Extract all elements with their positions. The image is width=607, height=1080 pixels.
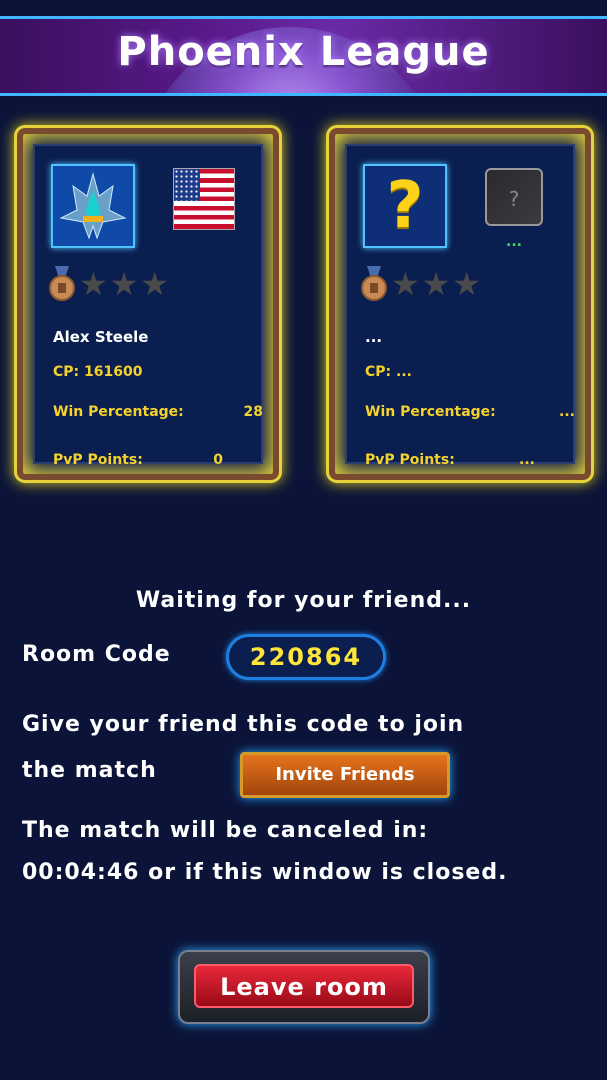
win-percentage-value: ...: [559, 404, 575, 420]
flag-caption: ...: [506, 234, 522, 250]
win-percentage: Win Percentage: 28: [53, 404, 263, 420]
pvp-points: PvP Points: ...: [365, 452, 535, 468]
combat-power: CP: 161600: [53, 364, 142, 380]
player-name: ...: [365, 328, 383, 346]
bronze-medal-icon: [47, 266, 77, 302]
star-icon: ★: [109, 265, 139, 303]
pvp-points: PvP Points: 0: [53, 452, 223, 468]
pvp-points-value: 0: [213, 452, 223, 468]
cp-value: 161600: [84, 364, 143, 380]
cp-value: ...: [396, 364, 412, 380]
question-mark-icon: ?: [386, 169, 424, 243]
room-code-label: Room Code: [22, 642, 171, 667]
player-card-opponent: ? ? ... ★ ★ ★ ... CP: ... Win Percentage…: [329, 128, 591, 480]
win-percentage: Win Percentage: ...: [365, 404, 575, 420]
bronze-medal-icon: [359, 266, 389, 302]
ship-avatar-icon: [51, 164, 135, 248]
star-icon: ★: [391, 265, 420, 303]
player-name: Alex Steele: [53, 328, 149, 346]
star-icon: ★: [140, 265, 170, 303]
instructions-line-1: Give your friend this code to join: [22, 712, 465, 737]
player-card-inner: ★ ★ ★ Alex Steele CP: 161600 Win Percent…: [33, 144, 263, 468]
unknown-avatar-icon: ?: [363, 164, 447, 248]
rank-row: ★ ★ ★: [359, 264, 481, 304]
cancel-notice-line-1: The match will be canceled in:: [22, 818, 429, 843]
player-card-inner: ? ? ... ★ ★ ★ ... CP: ... Win Percentage…: [345, 144, 575, 468]
pvp-points-label: PvP Points:: [53, 452, 143, 468]
cp-label: CP:: [53, 364, 80, 380]
win-percentage-value: 28: [243, 404, 263, 420]
room-code-value: 220864: [226, 634, 386, 680]
flag-canton: [174, 169, 200, 201]
leave-room-button[interactable]: Leave room: [178, 950, 430, 1024]
header-banner: Phoenix League: [0, 16, 607, 96]
pvp-points-label: PvP Points:: [365, 452, 455, 468]
instructions-line-2: the match: [22, 758, 157, 783]
cp-label: CP:: [365, 364, 392, 380]
invite-friends-button[interactable]: Invite Friends: [240, 752, 450, 798]
waiting-message: Waiting for your friend...: [135, 588, 472, 613]
win-percentage-label: Win Percentage:: [53, 404, 184, 420]
rank-row: ★ ★ ★: [47, 264, 169, 304]
usa-flag-icon: [173, 168, 235, 230]
unknown-flag-icon: ?: [485, 168, 543, 226]
star-icon: ★: [452, 265, 482, 303]
page-title: Phoenix League: [117, 29, 490, 75]
combat-power: CP: ...: [365, 364, 412, 380]
player-card-self: ★ ★ ★ Alex Steele CP: 161600 Win Percent…: [17, 128, 279, 480]
leave-room-label: Leave room: [194, 964, 414, 1008]
cancel-countdown: 00:04:46 or if this window is closed.: [22, 860, 508, 885]
win-percentage-label: Win Percentage:: [365, 404, 496, 420]
star-icon: ★: [421, 265, 451, 303]
pvp-points-value: ...: [519, 452, 535, 468]
star-icon: ★: [79, 265, 108, 303]
